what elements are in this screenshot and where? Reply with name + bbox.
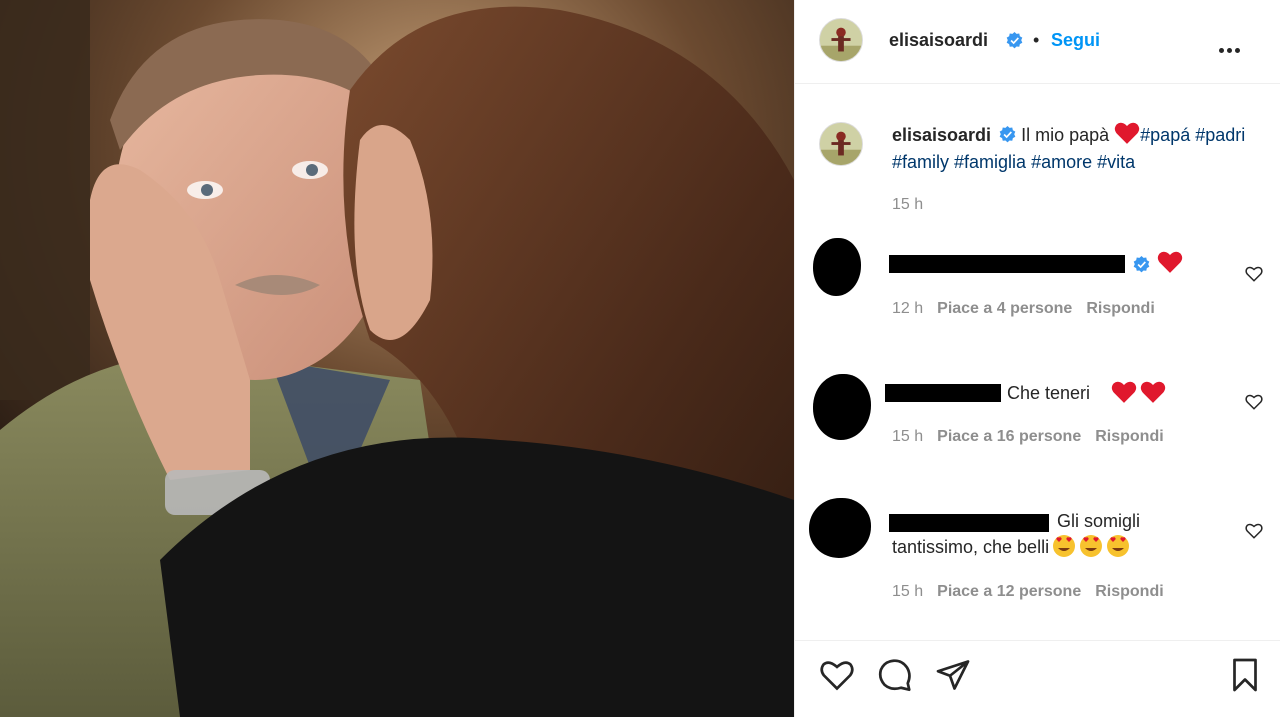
redacted-avatar bbox=[813, 374, 871, 440]
caption-username[interactable]: elisaisoardi bbox=[892, 125, 991, 145]
red-heart-emoji-icon bbox=[1157, 251, 1183, 273]
post-header: elisaisoardi • Segui bbox=[795, 0, 1280, 84]
caption-body: Il mio papà bbox=[1021, 125, 1110, 145]
comment-like-icon[interactable] bbox=[1245, 522, 1263, 540]
comment-text: Gli somigli bbox=[1057, 511, 1141, 531]
post-actions bbox=[795, 640, 1280, 717]
comment-meta: 15 h Piace a 16 persone Rispondi bbox=[892, 428, 1164, 446]
comment-meta: 12 h Piace a 4 persone Rispondi bbox=[892, 300, 1155, 318]
caption-time: 15 h bbox=[892, 196, 924, 213]
photo-illustration bbox=[0, 0, 794, 717]
header-username[interactable]: elisaisoardi bbox=[889, 30, 988, 51]
comment-text: Che teneri bbox=[1007, 383, 1091, 403]
separator-dot: • bbox=[1033, 30, 1040, 50]
comment-text: tantissimo, che belli bbox=[892, 537, 1050, 557]
comment-bubble-icon[interactable] bbox=[877, 657, 913, 693]
reply-button[interactable]: Rispondi bbox=[1095, 428, 1163, 445]
hashtag-link[interactable]: #family bbox=[892, 152, 949, 172]
heart-eyes-emoji-icon bbox=[1107, 535, 1130, 557]
heart-outline-icon[interactable] bbox=[819, 657, 855, 693]
paper-plane-icon[interactable] bbox=[935, 657, 971, 693]
redacted-username bbox=[885, 384, 1001, 402]
comment-likes-link[interactable]: Piace a 16 persone bbox=[937, 428, 1081, 445]
hashtag-link[interactable]: #amore bbox=[1031, 152, 1092, 172]
heart-eyes-emoji-icon bbox=[1080, 535, 1103, 557]
comment-likes-link[interactable]: Piace a 12 persone bbox=[937, 583, 1081, 600]
hashtag-link[interactable]: #papá bbox=[1140, 125, 1190, 145]
comment-like-icon[interactable] bbox=[1245, 393, 1263, 411]
hashtag-link[interactable]: #padri bbox=[1195, 125, 1245, 145]
bookmark-icon[interactable] bbox=[1227, 657, 1263, 693]
redacted-avatar bbox=[813, 238, 861, 296]
red-heart-emoji-icon bbox=[1114, 122, 1140, 144]
verified-badge-icon bbox=[1006, 32, 1023, 49]
verified-badge-icon bbox=[999, 126, 1016, 143]
comment-time: 15 h bbox=[892, 583, 924, 600]
reply-button[interactable]: Rispondi bbox=[1086, 300, 1154, 317]
caption-avatar[interactable] bbox=[819, 122, 863, 166]
more-options-icon[interactable] bbox=[1219, 40, 1243, 53]
comment-time: 12 h bbox=[892, 300, 924, 317]
post-photo[interactable] bbox=[0, 0, 794, 717]
hashtag-link[interactable]: #vita bbox=[1097, 152, 1135, 172]
comment-like-icon[interactable] bbox=[1245, 265, 1263, 283]
reply-button[interactable]: Rispondi bbox=[1095, 583, 1163, 600]
comment-meta: 15 h Piace a 12 persone Rispondi bbox=[892, 583, 1164, 601]
redacted-username bbox=[889, 514, 1049, 532]
verified-badge-icon bbox=[1133, 256, 1150, 273]
caption-text: elisaisoardi Il mio papà #papá #padri #f… bbox=[892, 121, 1262, 176]
avatar[interactable] bbox=[819, 18, 863, 62]
red-heart-emoji-icon bbox=[1140, 381, 1166, 403]
redacted-avatar bbox=[809, 498, 871, 558]
red-heart-emoji-icon bbox=[1111, 381, 1137, 403]
heart-eyes-emoji-icon bbox=[1053, 535, 1076, 557]
comment-likes-link[interactable]: Piace a 4 persone bbox=[937, 300, 1072, 317]
follow-button[interactable]: Segui bbox=[1051, 30, 1100, 51]
hashtag-link[interactable]: #famiglia bbox=[954, 152, 1026, 172]
post-sidebar: elisaisoardi • Segui elisaisoardi Il mio… bbox=[794, 0, 1280, 717]
comment-text-line2: tantissimo, che belli bbox=[892, 534, 1130, 560]
comment-time: 15 h bbox=[892, 428, 924, 445]
redacted-username bbox=[889, 255, 1125, 273]
